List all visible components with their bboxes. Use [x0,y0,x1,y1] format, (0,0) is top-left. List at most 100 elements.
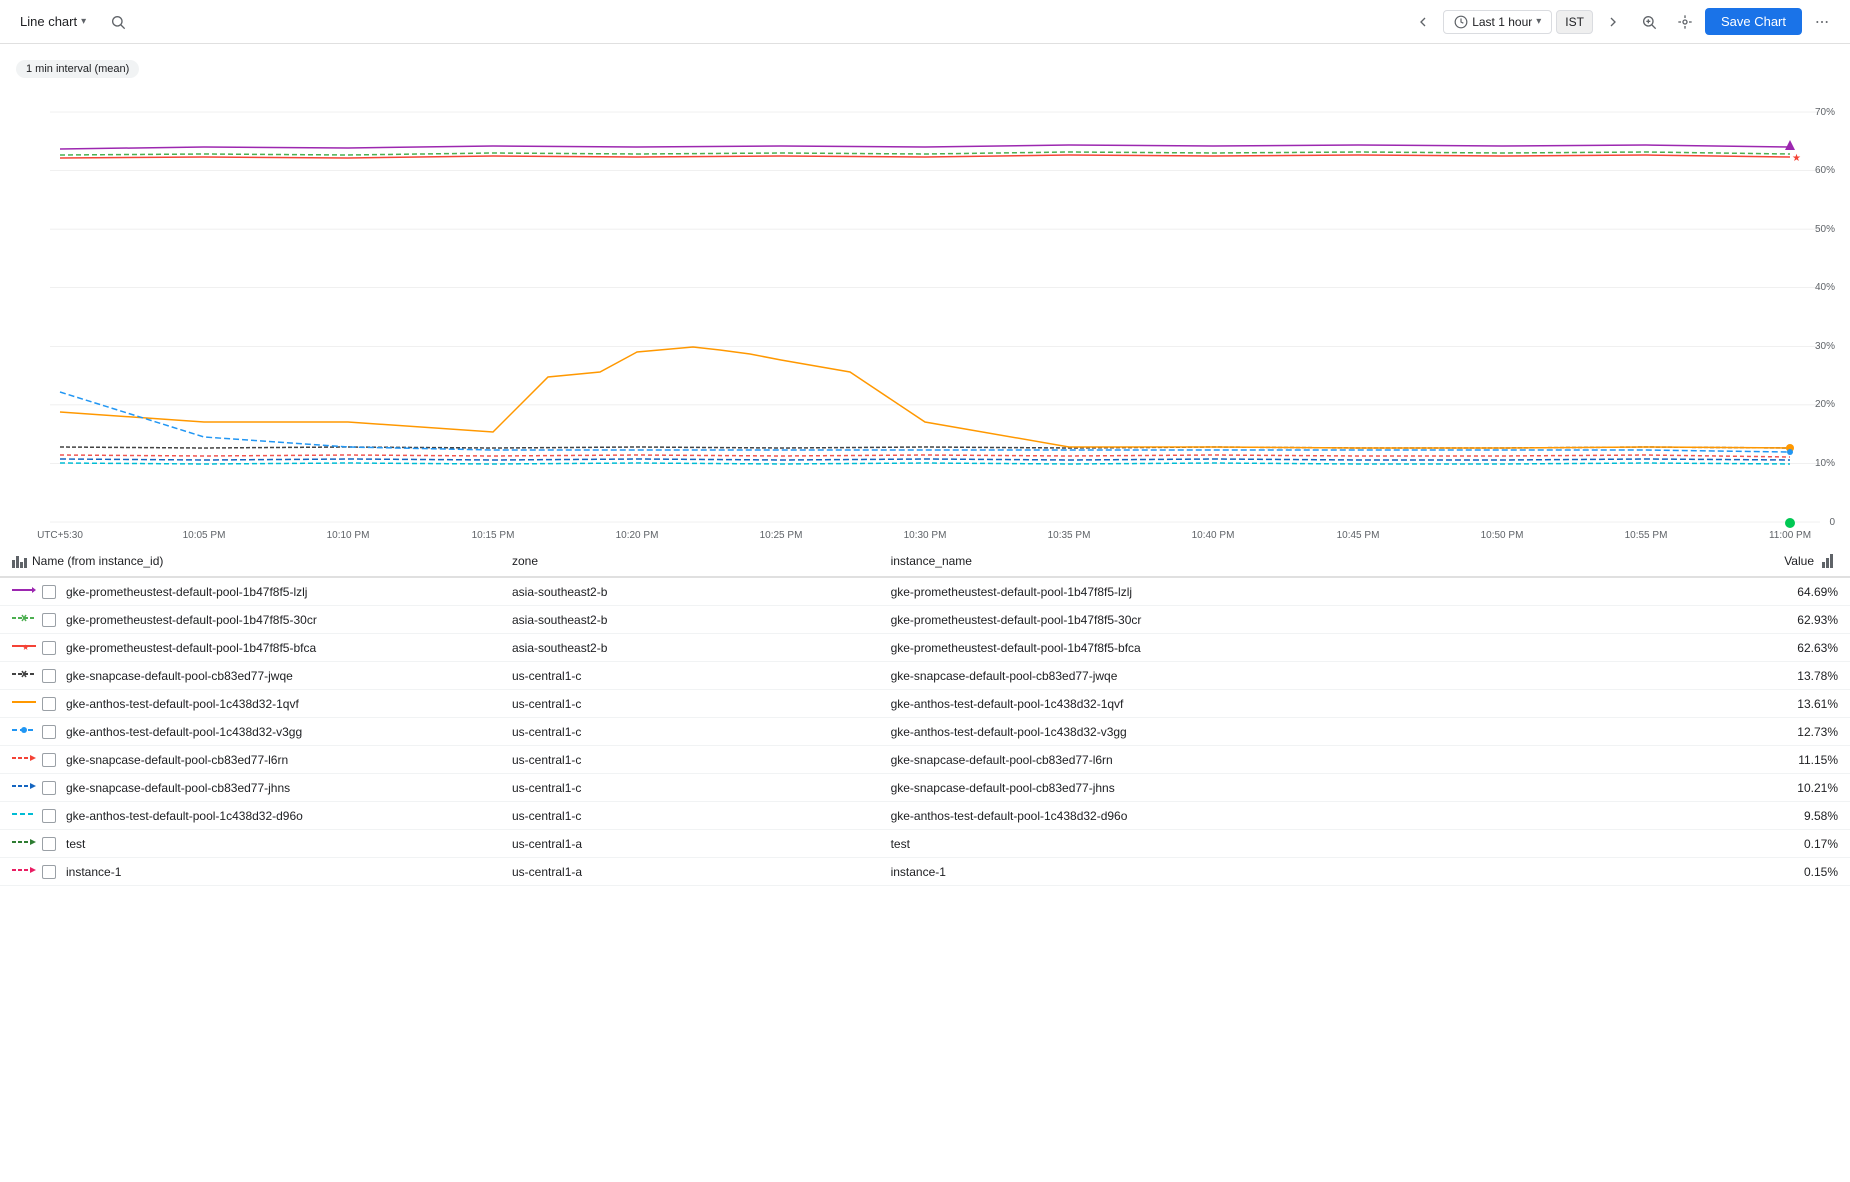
value-cell: 11.15% [1750,746,1850,774]
instance-name-cell: gke-snapcase-default-pool-cb83ed77-jwqe [879,662,1750,690]
series-checkbox[interactable] [42,725,56,739]
table-row: ★ gke-prometheustest-default-pool-1b47f8… [0,634,1850,662]
series-checkbox[interactable] [42,809,56,823]
col-header-name: Name (from instance_id) [0,546,500,577]
name-cell: ★ gke-prometheustest-default-pool-1b47f8… [0,634,500,662]
search-button[interactable] [102,6,134,38]
interval-badge: 1 min interval (mean) [16,60,139,78]
zoom-button[interactable] [1633,6,1665,38]
value-cell: 62.93% [1750,606,1850,634]
name-cell: gke-snapcase-default-pool-cb83ed77-l6rn [0,746,500,774]
svg-text:10:10 PM: 10:10 PM [327,530,370,541]
series-name: instance-1 [66,865,121,879]
value-cell: 64.69% [1750,577,1850,606]
series-checkbox[interactable] [42,837,56,851]
timezone-button[interactable]: IST [1556,10,1593,34]
value-cell: 62.63% [1750,634,1850,662]
value-cell: 13.61% [1750,690,1850,718]
time-range-button[interactable]: Last 1 hour ▾ [1443,10,1552,34]
chart-svg[interactable]: 70% 60% 50% 40% 30% 20% 10% 0 ★ [0,82,1850,542]
zone-cell: us-central1-a [500,830,879,858]
series-name: gke-prometheustest-default-pool-1b47f8f5… [66,613,317,627]
toolbar-right: Last 1 hour ▾ IST Save [1407,6,1838,38]
table-row: gke-prometheustest-default-pool-1b47f8f5… [0,577,1850,606]
instance-name-cell: gke-snapcase-default-pool-cb83ed77-jhns [879,774,1750,802]
svg-text:10:50 PM: 10:50 PM [1481,530,1524,541]
svg-text:30%: 30% [1815,341,1835,352]
instance-name-cell: gke-anthos-test-default-pool-1c438d32-1q… [879,690,1750,718]
zone-cell: asia-southeast2-b [500,577,879,606]
value-cell: 12.73% [1750,718,1850,746]
toolbar-left: Line chart ▾ [12,6,134,38]
table-row: gke-anthos-test-default-pool-1c438d32-1q… [0,690,1850,718]
instance-name-cell: gke-prometheustest-default-pool-1b47f8f5… [879,606,1750,634]
svg-text:0: 0 [1829,517,1835,528]
svg-text:70%: 70% [1815,107,1835,118]
chevron-down-icon: ▾ [81,16,86,27]
svg-text:20%: 20% [1815,399,1835,410]
series-checkbox[interactable] [42,641,56,655]
series-name: gke-snapcase-default-pool-cb83ed77-jwqe [66,669,293,683]
svg-text:11:00 PM: 11:00 PM [1769,530,1811,541]
crosshair-button[interactable] [1669,6,1701,38]
series-name: gke-snapcase-default-pool-cb83ed77-jhns [66,781,290,795]
name-cell: gke-snapcase-default-pool-cb83ed77-jhns [0,774,500,802]
series-checkbox[interactable] [42,753,56,767]
series-name: gke-snapcase-default-pool-cb83ed77-l6rn [66,753,288,767]
value-cell: 0.15% [1750,858,1850,886]
series-checkbox[interactable] [42,669,56,683]
series-checkbox[interactable] [42,865,56,879]
table-row: gke-anthos-test-default-pool-1c438d32-d9… [0,802,1850,830]
series-checkbox[interactable] [42,585,56,599]
col-header-value: Value [1750,546,1850,577]
svg-text:10:55 PM: 10:55 PM [1625,530,1668,541]
table-row: gke-snapcase-default-pool-cb83ed77-l6rn … [0,746,1850,774]
zone-cell: us-central1-c [500,746,879,774]
svg-text:50%: 50% [1815,224,1835,235]
time-range-chevron: ▾ [1536,16,1541,27]
table-row: gke-snapcase-default-pool-cb83ed77-jwqe … [0,662,1850,690]
svg-text:40%: 40% [1815,282,1835,293]
name-cell: instance-1 [0,858,500,886]
svg-text:10:20 PM: 10:20 PM [616,530,659,541]
chart-container: 1 min interval (mean) 70% 60% 50% 40% 30… [0,44,1850,542]
series-name: gke-prometheustest-default-pool-1b47f8f5… [66,585,307,599]
svg-text:10%: 10% [1815,458,1835,469]
svg-text:10:35 PM: 10:35 PM [1048,530,1091,541]
instance-name-cell: gke-prometheustest-default-pool-1b47f8f5… [879,634,1750,662]
instance-name-cell: gke-anthos-test-default-pool-1c438d32-v3… [879,718,1750,746]
svg-text:10:25 PM: 10:25 PM [760,530,803,541]
prev-button[interactable] [1407,6,1439,38]
name-cell: gke-prometheustest-default-pool-1b47f8f5… [0,606,500,634]
table-row: test us-central1-a test 0.17% [0,830,1850,858]
next-button[interactable] [1597,6,1629,38]
col-name-label: Name (from instance_id) [32,554,163,568]
name-cell: gke-snapcase-default-pool-cb83ed77-jwqe [0,662,500,690]
series-name: gke-anthos-test-default-pool-1c438d32-d9… [66,809,303,823]
svg-text:10:05 PM: 10:05 PM [183,530,226,541]
svg-text:UTC+5:30: UTC+5:30 [37,530,83,541]
name-cell: test [0,830,500,858]
svg-text:★: ★ [1792,153,1801,164]
name-cell: gke-anthos-test-default-pool-1c438d32-v3… [0,718,500,746]
zone-cell: us-central1-c [500,690,879,718]
svg-text:★: ★ [22,643,29,652]
chart-type-selector[interactable]: Line chart ▾ [12,10,94,33]
save-chart-button[interactable]: Save Chart [1705,8,1802,35]
chart-type-label: Line chart [20,14,77,29]
col-header-instance: instance_name [879,546,1750,577]
zone-cell: us-central1-c [500,802,879,830]
series-checkbox[interactable] [42,697,56,711]
value-cell: 9.58% [1750,802,1850,830]
svg-text:10:30 PM: 10:30 PM [904,530,947,541]
instance-name-cell: gke-snapcase-default-pool-cb83ed77-l6rn [879,746,1750,774]
zone-cell: us-central1-c [500,662,879,690]
series-checkbox[interactable] [42,781,56,795]
time-range-label: Last 1 hour [1472,15,1532,29]
series-checkbox[interactable] [42,613,56,627]
svg-text:10:15 PM: 10:15 PM [472,530,515,541]
series-name: gke-anthos-test-default-pool-1c438d32-1q… [66,697,299,711]
value-cell: 13.78% [1750,662,1850,690]
table-row: gke-prometheustest-default-pool-1b47f8f5… [0,606,1850,634]
more-options-button[interactable] [1806,6,1838,38]
